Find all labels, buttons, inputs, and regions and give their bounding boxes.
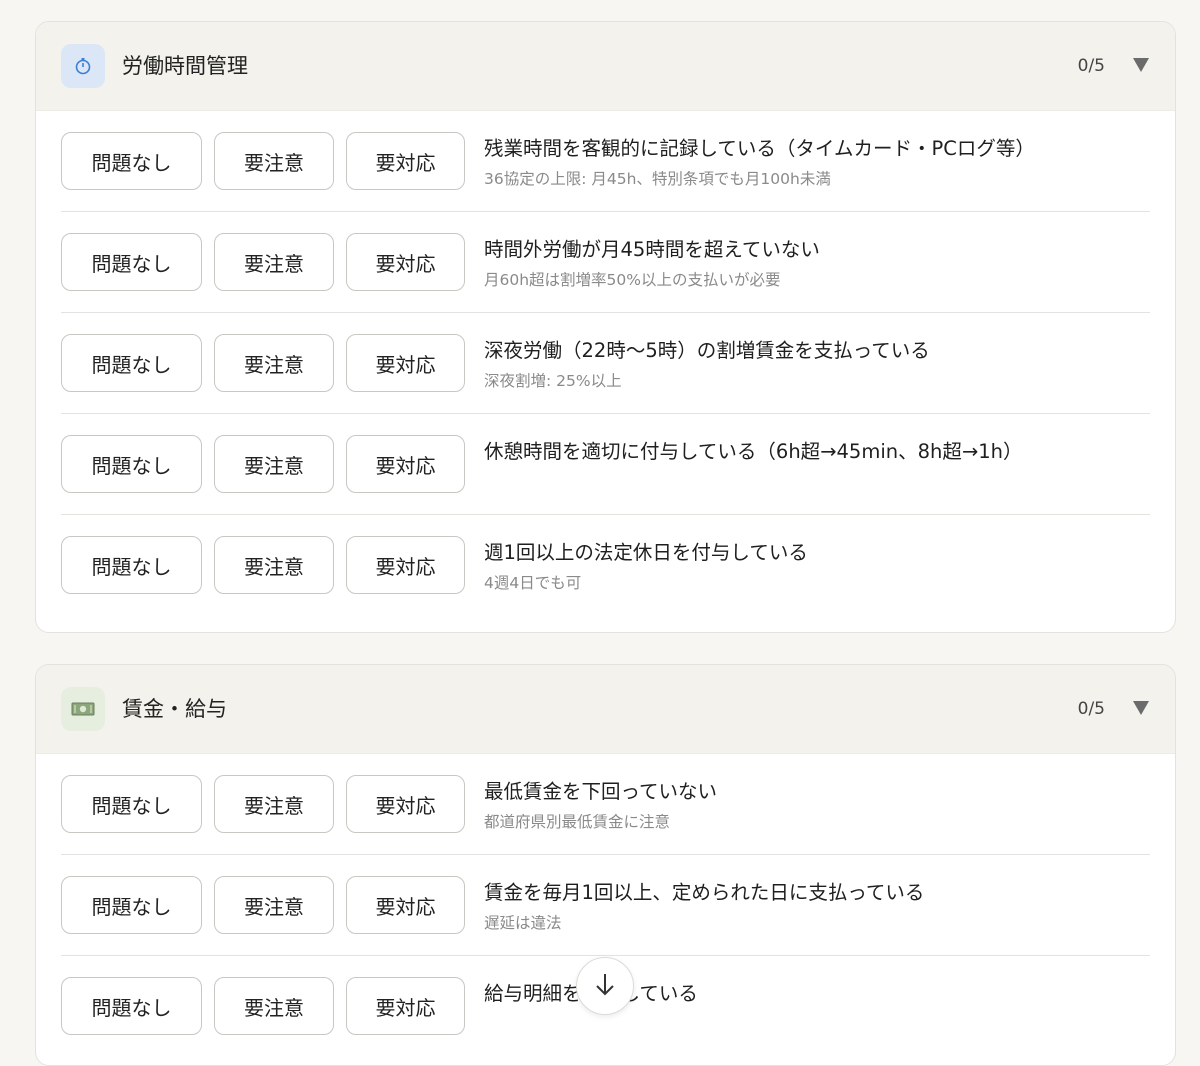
checklist-row: 問題なし 要注意 要対応 賃金を毎月1回以上、定められた日に支払っている 遅延は… (61, 855, 1150, 956)
caution-button[interactable]: 要注意 (214, 132, 334, 190)
action-required-button[interactable]: 要対応 (346, 876, 465, 934)
chevron-down-icon[interactable] (1133, 701, 1149, 715)
section-title: 賃金・給与 (122, 697, 227, 721)
stopwatch-icon (61, 44, 105, 88)
section-card-working-hours: 労働時間管理 0/5 問題なし 要注意 要対応 残業時間を客観的に記録している（… (35, 21, 1176, 633)
action-required-button[interactable]: 要対応 (346, 536, 465, 594)
no-issue-button[interactable]: 問題なし (61, 132, 202, 190)
item-note: 36協定の上限: 月45h、特別条項でも月100h未満 (484, 170, 831, 188)
checklist-row: 問題なし 要注意 要対応 休憩時間を適切に付与している（6h超→45min、8h… (61, 414, 1150, 515)
checklist-row: 問題なし 要注意 要対応 週1回以上の法定休日を付与している 4週4日でも可 (61, 515, 1150, 615)
caution-button[interactable]: 要注意 (214, 233, 334, 291)
item-title: 残業時間を客観的に記録している（タイムカード・PCログ等） (484, 137, 1035, 160)
action-required-button[interactable]: 要対応 (346, 334, 465, 392)
no-issue-button[interactable]: 問題なし (61, 334, 202, 392)
checklist-row: 問題なし 要注意 要対応 深夜労働（22時〜5時）の割増賃金を支払っている 深夜… (61, 313, 1150, 414)
caution-button[interactable]: 要注意 (214, 536, 334, 594)
checklist-row: 問題なし 要注意 要対応 残業時間を客観的に記録している（タイムカード・PCログ… (61, 111, 1150, 212)
item-title: 賃金を毎月1回以上、定められた日に支払っている (484, 881, 925, 904)
action-required-button[interactable]: 要対応 (346, 233, 465, 291)
caution-button[interactable]: 要注意 (214, 876, 334, 934)
section-header[interactable]: 賃金・給与 0/5 (36, 665, 1175, 754)
section-header[interactable]: 労働時間管理 0/5 (36, 22, 1175, 111)
section-count: 0/5 (1077, 56, 1105, 76)
chevron-down-icon[interactable] (1133, 58, 1149, 72)
caution-button[interactable]: 要注意 (214, 435, 334, 493)
item-note: 遅延は違法 (484, 914, 562, 932)
scroll-down-button[interactable] (576, 957, 634, 1015)
item-title: 休憩時間を適切に付与している（6h超→45min、8h超→1h） (484, 440, 1023, 463)
caution-button[interactable]: 要注意 (214, 977, 334, 1035)
caution-button[interactable]: 要注意 (214, 775, 334, 833)
item-title: 週1回以上の法定休日を付与している (484, 541, 808, 564)
action-required-button[interactable]: 要対応 (346, 435, 465, 493)
item-title: 深夜労働（22時〜5時）の割増賃金を支払っている (484, 339, 930, 362)
action-required-button[interactable]: 要対応 (346, 775, 465, 833)
no-issue-button[interactable]: 問題なし (61, 435, 202, 493)
no-issue-button[interactable]: 問題なし (61, 536, 202, 594)
action-required-button[interactable]: 要対応 (346, 977, 465, 1035)
item-note: 深夜割増: 25%以上 (484, 372, 622, 390)
item-title: 時間外労働が月45時間を超えていない (484, 238, 820, 261)
no-issue-button[interactable]: 問題なし (61, 775, 202, 833)
no-issue-button[interactable]: 問題なし (61, 876, 202, 934)
arrow-down-icon (596, 974, 614, 996)
action-required-button[interactable]: 要対応 (346, 132, 465, 190)
item-note: 都道府県別最低賃金に注意 (484, 813, 671, 831)
checklist-row: 問題なし 要注意 要対応 時間外労働が月45時間を超えていない 月60h超は割増… (61, 212, 1150, 313)
caution-button[interactable]: 要注意 (214, 334, 334, 392)
no-issue-button[interactable]: 問題なし (61, 233, 202, 291)
section-count: 0/5 (1077, 699, 1105, 719)
item-note: 月60h超は割増率50%以上の支払いが必要 (484, 271, 781, 289)
item-note: 4週4日でも可 (484, 574, 582, 592)
section-title: 労働時間管理 (122, 54, 248, 78)
no-issue-button[interactable]: 問題なし (61, 977, 202, 1035)
item-title: 最低賃金を下回っていない (484, 780, 718, 803)
checklist-row: 問題なし 要注意 要対応 最低賃金を下回っていない 都道府県別最低賃金に注意 (61, 754, 1150, 855)
money-icon (61, 687, 105, 731)
